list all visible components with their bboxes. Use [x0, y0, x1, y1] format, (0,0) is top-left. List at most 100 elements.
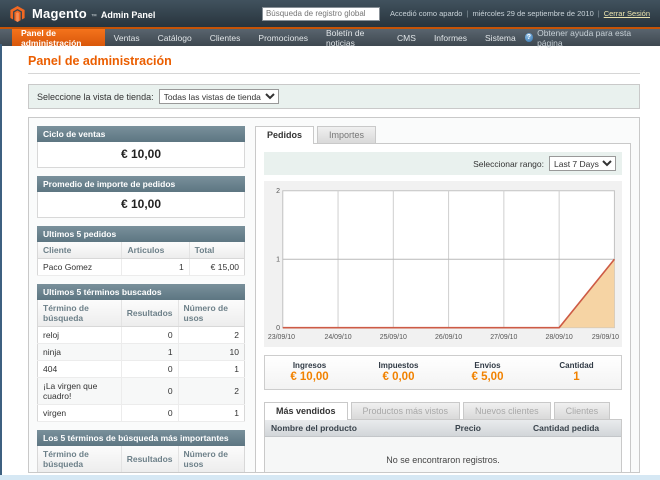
- logo-title: Magento: [32, 6, 87, 21]
- logo-subtitle: Admin Panel: [101, 10, 156, 20]
- tab: Clientes: [554, 402, 611, 419]
- card-title: Ultimos 5 pedidos: [37, 226, 245, 242]
- table-row: Paco Gomez1€ 15,00: [38, 259, 245, 276]
- tab[interactable]: Más vendidos: [264, 402, 348, 420]
- logout-link[interactable]: Cerrar Sesión: [604, 9, 650, 18]
- nav-item[interactable]: Informes: [425, 29, 476, 46]
- lifetime-sales-card: Ciclo de ventas € 10,00: [37, 126, 245, 168]
- column-header: Cliente: [38, 242, 122, 259]
- column-header: Articulos: [122, 242, 189, 259]
- help-icon: ?: [525, 33, 533, 42]
- range-select[interactable]: Last 7 Days: [549, 156, 616, 171]
- total-stat: Ingresos€ 10,00: [265, 361, 354, 383]
- dashboard-main: PedidosImportes Seleccionar rango: Last …: [255, 126, 631, 464]
- column-header: Resultados: [121, 446, 178, 473]
- grid-column-header: Precio: [449, 420, 527, 436]
- magento-admin-page: Magento ™ Admin Panel Accedió como apardo…: [0, 0, 660, 480]
- last-orders-card: Ultimos 5 pedidos ClienteArticulosTotalP…: [37, 226, 245, 276]
- tab[interactable]: Importes: [317, 126, 376, 143]
- nav-item[interactable]: CMS: [388, 29, 425, 46]
- column-header: Número de usos: [178, 300, 244, 327]
- range-bar: Seleccionar rango: Last 7 Days: [264, 152, 622, 175]
- total-value: € 0,00: [354, 371, 443, 383]
- table-row: reloj02: [38, 327, 245, 344]
- dashboard: Ciclo de ventas € 10,00 Promedio de impo…: [28, 117, 640, 473]
- grid-column-header: Nombre del producto: [265, 420, 449, 436]
- column-header: Total: [189, 242, 244, 259]
- nav-list: Panel de administraciónVentasCatálogoCli…: [12, 29, 525, 46]
- orders-chart: 23/09/10 24/09/10 25/09/10 26/09/10 27/09/10…: [264, 181, 622, 347]
- svg-text:24/09/10: 24/09/10: [324, 333, 351, 341]
- table-row: virgen01: [38, 405, 245, 422]
- dashboard-sidebar: Ciclo de ventas € 10,00 Promedio de impo…: [37, 126, 245, 464]
- main-nav: Panel de administraciónVentasCatálogoCli…: [0, 27, 660, 46]
- help-label: Obtener ayuda para esta página: [537, 28, 650, 48]
- svg-text:29/09/10: 29/09/10: [592, 333, 619, 341]
- page-title: Panel de administración: [28, 54, 640, 68]
- column-header: Término de búsqueda: [38, 300, 122, 327]
- grid-header: Nombre del productoPrecioCantidad pedida: [265, 420, 621, 437]
- total-label: Cantidad: [532, 361, 621, 370]
- bestsellers-grid: Nombre del productoPrecioCantidad pedida…: [264, 419, 622, 473]
- card-value: € 10,00: [37, 142, 245, 168]
- total-stat: Cantidad1: [532, 361, 621, 383]
- nav-item[interactable]: Sistema: [476, 29, 525, 46]
- svg-text:23/09/10: 23/09/10: [268, 333, 295, 341]
- tab: Nuevos clientes: [463, 402, 551, 419]
- card-title: Promedio de importe de pedidos: [37, 176, 245, 192]
- window-edge-left: [0, 44, 2, 480]
- svg-text:1: 1: [276, 256, 280, 264]
- svg-text:27/09/10: 27/09/10: [490, 333, 517, 341]
- last-search-terms-card: Ultimos 5 términos buscados Término de b…: [37, 284, 245, 422]
- total-stat: Envios€ 5,00: [443, 361, 532, 383]
- global-search-input[interactable]: [262, 7, 380, 21]
- orders-chart-svg: 23/09/10 24/09/10 25/09/10 26/09/10 27/09/10…: [266, 185, 620, 343]
- svg-text:2: 2: [276, 187, 280, 195]
- svg-text:25/09/10: 25/09/10: [380, 333, 407, 341]
- logo-trademark: ™: [91, 14, 97, 20]
- nav-item[interactable]: Promociones: [249, 29, 317, 46]
- svg-text:26/09/10: 26/09/10: [435, 333, 462, 341]
- total-label: Impuestos: [354, 361, 443, 370]
- content: Panel de administración Seleccione la vi…: [0, 46, 660, 473]
- nav-item[interactable]: Clientes: [201, 29, 250, 46]
- orders-panel: Seleccionar rango: Last 7 Days 23/09/102…: [255, 143, 631, 473]
- total-label: Envios: [443, 361, 532, 370]
- nav-item[interactable]: Panel de administración: [12, 29, 105, 46]
- logged-in-as: Accedió como apardo: [390, 9, 463, 18]
- totals-row: Ingresos€ 10,00Impuestos€ 0,00Envios€ 5,…: [264, 355, 622, 390]
- nav-item[interactable]: Catálogo: [149, 29, 201, 46]
- total-stat: Impuestos€ 0,00: [354, 361, 443, 383]
- total-label: Ingresos: [265, 361, 354, 370]
- table-row: ¡La virgen que cuadro!02: [38, 378, 245, 405]
- logo: Magento ™ Admin Panel: [10, 6, 155, 22]
- report-tabs: Más vendidosProductos más vistosNuevos c…: [264, 402, 622, 419]
- total-value: 1: [532, 371, 621, 383]
- diagram-tabs: PedidosImportes: [255, 126, 631, 143]
- title-divider: [28, 73, 640, 74]
- header-meta: Accedió como apardo | miércoles 29 de se…: [390, 9, 650, 18]
- last-orders-table: ClienteArticulosTotalPaco Gomez1€ 15,00: [37, 242, 245, 276]
- tab: Productos más vistos: [351, 402, 461, 419]
- tab[interactable]: Pedidos: [255, 126, 314, 144]
- window-edge-bottom: [0, 475, 660, 480]
- card-value: € 10,00: [37, 192, 245, 218]
- nav-item[interactable]: Boletín de noticias: [317, 29, 388, 46]
- nav-item[interactable]: Ventas: [105, 29, 149, 46]
- average-orders-card: Promedio de importe de pedidos € 10,00: [37, 176, 245, 218]
- store-view-select[interactable]: Todas las vistas de tienda: [159, 89, 279, 104]
- column-header: Término de búsqueda: [38, 446, 122, 473]
- grid-column-header: Cantidad pedida: [527, 420, 621, 436]
- table-row: ninja110: [38, 473, 245, 474]
- card-title: Ultimos 5 términos buscados: [37, 284, 245, 300]
- top-search-table: Término de búsquedaResultadosNúmero de u…: [37, 446, 245, 473]
- last-search-table: Término de búsquedaResultadosNúmero de u…: [37, 300, 245, 422]
- help-link[interactable]: ? Obtener ayuda para esta página: [525, 29, 660, 46]
- total-value: € 5,00: [443, 371, 532, 383]
- table-row: ninja110: [38, 344, 245, 361]
- magento-logo-icon: [10, 6, 25, 22]
- total-value: € 10,00: [265, 371, 354, 383]
- top-search-terms-card: Los 5 términos de búsqueda más important…: [37, 430, 245, 473]
- column-header: Resultados: [121, 300, 178, 327]
- store-switcher-label: Seleccione la vista de tienda:: [37, 92, 154, 102]
